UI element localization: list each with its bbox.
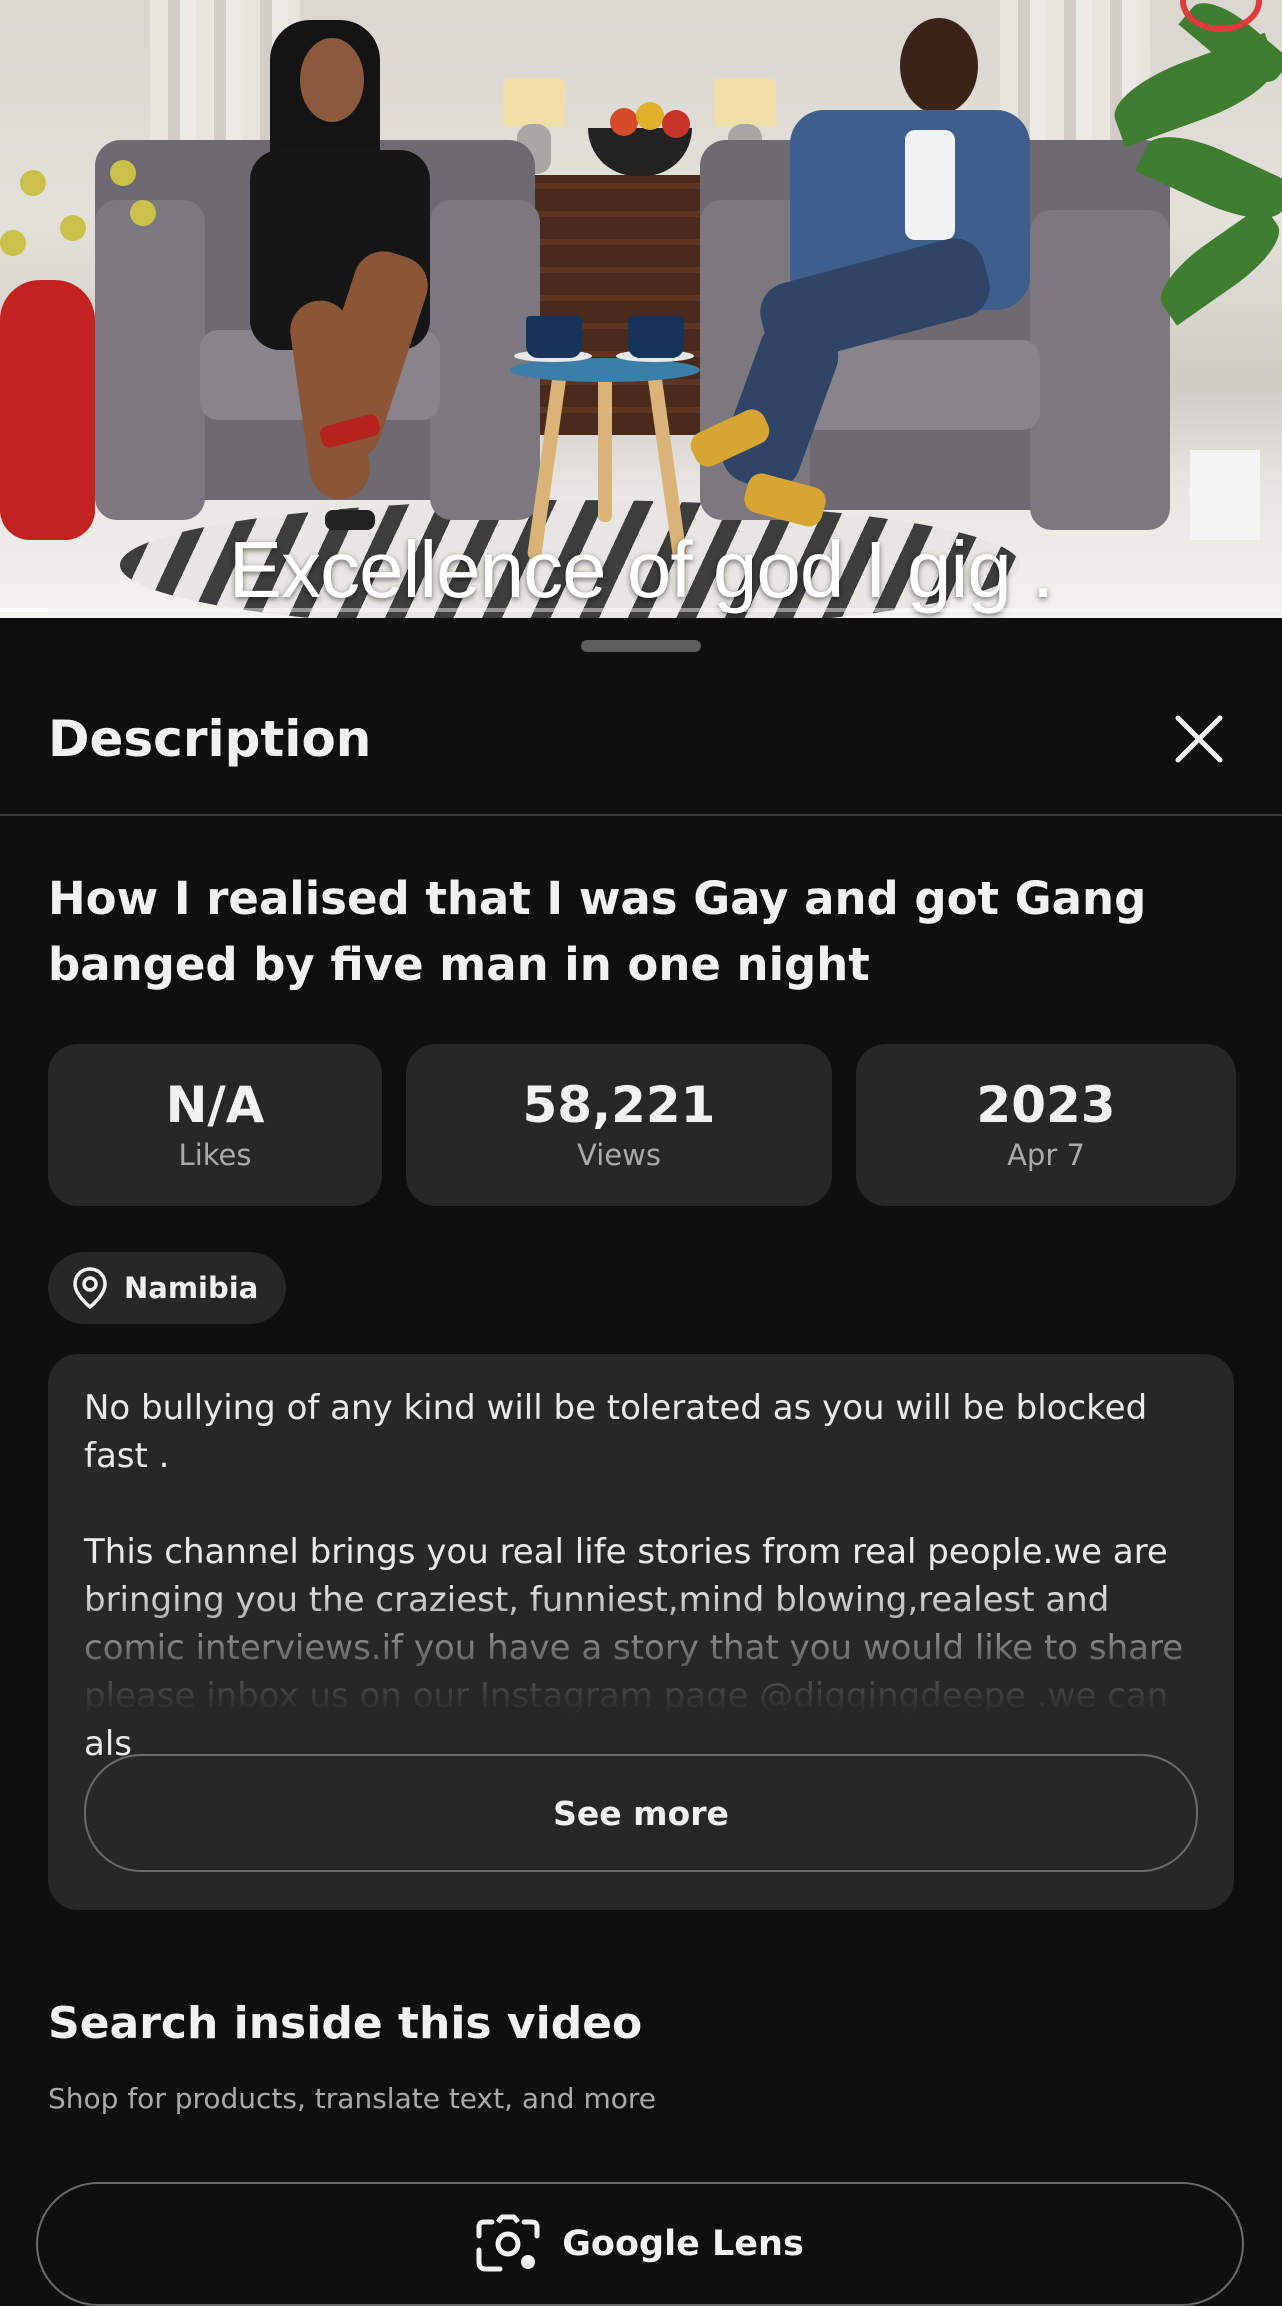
google-lens-icon: [476, 2214, 540, 2272]
description-fade: [48, 1584, 1234, 1714]
fruit: [662, 110, 690, 138]
stat-value: N/A: [165, 1076, 265, 1134]
location-chip[interactable]: Namibia: [48, 1252, 287, 1324]
video-caption: Excellence of god I gig .: [228, 525, 1054, 614]
description-sheet: Description How I realised that I was Ga…: [0, 618, 1282, 2306]
orchid-flower: [130, 200, 156, 226]
sofa-left-arm: [95, 200, 205, 520]
fruit: [610, 108, 638, 136]
lamp-shade-right: [714, 78, 776, 126]
header-divider: [0, 814, 1282, 816]
close-button[interactable]: [1170, 710, 1228, 768]
stat-label: Apr 7: [1007, 1138, 1085, 1172]
stat-likes: N/A Likes: [48, 1044, 382, 1206]
orchid-flower: [0, 230, 26, 256]
person-right-face: [900, 18, 978, 114]
video-title: How I realised that I was Gay and got Ga…: [48, 872, 1147, 991]
search-section-subtitle: Shop for products, translate text, and m…: [48, 2082, 657, 2115]
lamp-shade-left: [503, 78, 565, 126]
stat-value: 58,221: [522, 1076, 716, 1134]
person-right-shirt: [905, 130, 955, 240]
orchid-flower: [110, 160, 136, 186]
video-progress-fill: [0, 608, 48, 612]
search-section-title: Search inside this video: [48, 1998, 643, 2049]
location-label: Namibia: [124, 1271, 259, 1305]
sofa-right-arm: [1030, 210, 1170, 530]
see-more-button[interactable]: See more: [84, 1754, 1198, 1872]
video-player[interactable]: Excellence of god I gig .: [0, 0, 1282, 618]
description-card: No bullying of any kind will be tolerate…: [48, 1354, 1234, 1910]
stat-label: Views: [577, 1138, 661, 1172]
mug: [628, 316, 684, 358]
sheet-title: Description: [48, 710, 372, 768]
drag-handle[interactable]: [581, 640, 701, 652]
stat-date: 2023 Apr 7: [856, 1044, 1236, 1206]
orchid-flower: [20, 170, 46, 196]
table-leg: [598, 372, 612, 522]
fruit: [636, 102, 664, 130]
close-icon: [1175, 715, 1223, 763]
mug: [526, 316, 582, 358]
orchid-flower: [60, 215, 86, 241]
person-left-face: [300, 38, 364, 122]
stat-value: 2023: [976, 1076, 1116, 1134]
location-pin-icon: [73, 1267, 107, 1309]
google-lens-button[interactable]: Google Lens: [36, 2182, 1244, 2306]
stat-label: Likes: [178, 1138, 252, 1172]
stat-views: 58,221 Views: [406, 1044, 832, 1206]
video-progress-bar[interactable]: [0, 608, 1282, 612]
google-lens-label: Google Lens: [562, 2224, 804, 2264]
red-vase: [0, 280, 95, 540]
